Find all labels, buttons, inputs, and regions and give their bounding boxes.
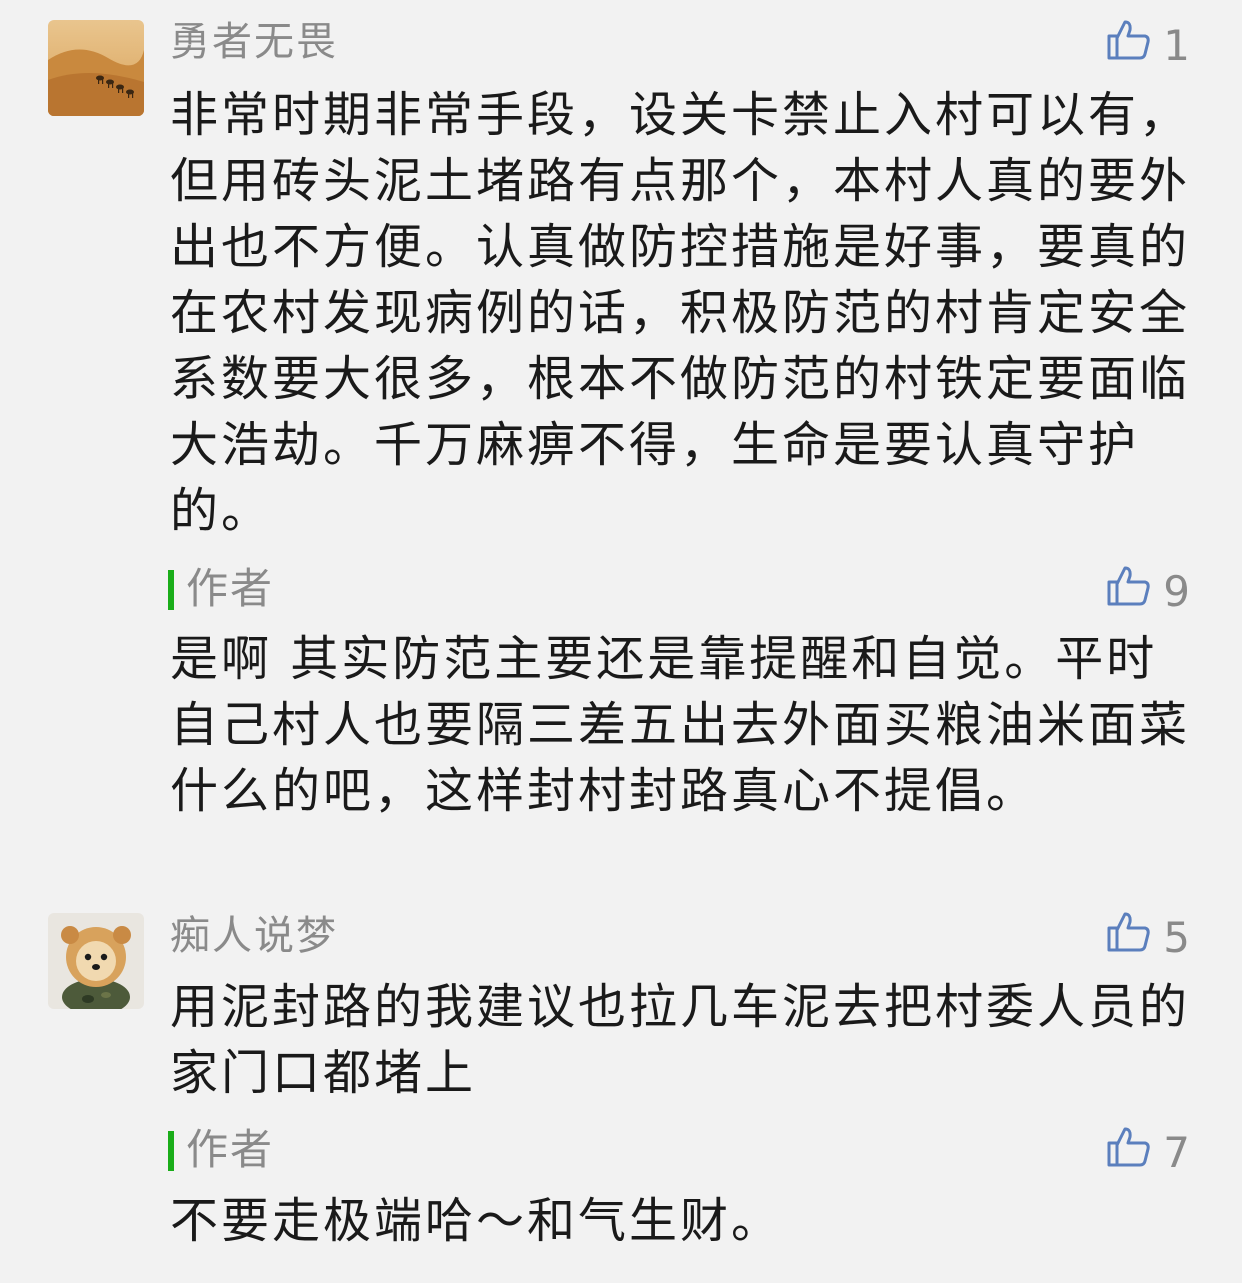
avatar[interactable]	[48, 913, 144, 1009]
avatar[interactable]	[48, 20, 144, 116]
like-button[interactable]: 9	[1105, 566, 1190, 616]
username[interactable]: 痴人说梦	[170, 912, 338, 960]
author-reply-label: 作者	[168, 564, 274, 614]
like-count: 1	[1163, 20, 1190, 70]
reply-text: 是啊 其实防范主要还是靠提醒和自觉。平时自己村人也要隔三差五出去外面买粮油米面菜…	[170, 631, 1191, 819]
like-count: 5	[1163, 912, 1190, 962]
comment-text: 非常时期非常手段，设关卡禁止入村可以有，但用砖头泥土堵路有点那个，本村人真的要外…	[170, 87, 1191, 539]
reply-text: 不要走极端哈～和气生财。	[170, 1193, 783, 1249]
like-button[interactable]: 7	[1105, 1127, 1190, 1177]
thumbs-up-icon	[1105, 908, 1163, 966]
like-button[interactable]: 1	[1105, 20, 1190, 70]
like-count: 7	[1163, 1127, 1190, 1177]
thumbs-up-icon	[1105, 562, 1163, 620]
comment-text: 用泥封路的我建议也拉几车泥去把村委人员的家门口都堵上	[170, 979, 1191, 1101]
thumbs-up-icon	[1105, 16, 1163, 74]
username[interactable]: 勇者无畏	[170, 18, 338, 66]
author-reply-label: 作者	[168, 1125, 274, 1175]
thumbs-up-icon	[1105, 1123, 1163, 1181]
like-count: 9	[1163, 566, 1190, 616]
like-button[interactable]: 5	[1105, 912, 1190, 962]
